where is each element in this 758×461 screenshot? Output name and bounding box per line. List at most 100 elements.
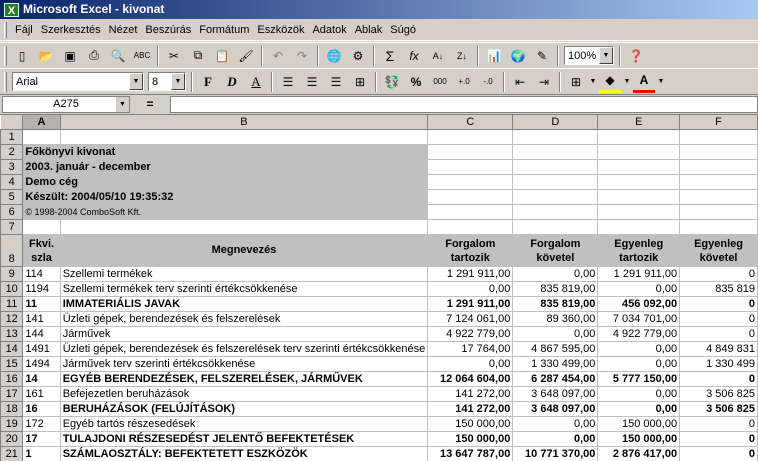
sort-ascending-icon[interactable]: A↓ [427, 45, 449, 67]
menu-data[interactable]: Adatok [308, 24, 350, 36]
turnover-debit-cell[interactable]: 0,00 [427, 281, 514, 297]
account-cell[interactable]: 1491 [22, 341, 61, 357]
currency-icon[interactable]: 💱 [381, 71, 403, 93]
turnover-credit-cell[interactable]: 4 867 595,00 [512, 341, 599, 357]
row-header[interactable]: 13 [0, 326, 24, 342]
print-icon[interactable]: ⎙ [83, 45, 105, 67]
header-turnover-debit[interactable]: Forgalom tartozik [427, 234, 514, 267]
column-header-c[interactable]: C [427, 114, 514, 130]
balance-credit-cell[interactable]: 0 [679, 296, 758, 312]
row-header[interactable]: 19 [0, 416, 24, 432]
chevron-down-icon[interactable]: ▼ [129, 73, 143, 90]
name-cell[interactable]: Üzleti gépek, berendezések és felszerelé… [59, 311, 429, 327]
turnover-debit-cell[interactable]: 12 064 604,00 [427, 371, 514, 387]
account-cell[interactable]: 1 [22, 446, 61, 461]
turnover-credit-cell[interactable]: 1 330 499,00 [512, 356, 599, 372]
name-cell[interactable]: TULAJDONI RÉSZESEDÉST JELENTŐ BEFEKTETÉS… [59, 431, 429, 447]
drawing-icon[interactable]: ✎ [531, 45, 553, 67]
bold-button[interactable]: F [197, 71, 219, 93]
name-cell[interactable]: Szellemi termékek terv szerinti értékcsö… [59, 281, 429, 297]
turnover-debit-cell[interactable]: 17 764,00 [427, 341, 514, 357]
balance-credit-cell[interactable]: 0 [679, 266, 758, 282]
menu-help[interactable]: Súgó [386, 24, 420, 36]
merge-center-icon[interactable]: ⊞ [349, 71, 371, 93]
align-left-icon[interactable]: ☰ [277, 71, 299, 93]
column-header-d[interactable]: D [512, 114, 599, 130]
turnover-credit-cell[interactable]: 10 771 370,00 [512, 446, 599, 461]
chevron-down-icon[interactable]: ▼ [599, 47, 613, 64]
balance-debit-cell[interactable]: 1 291 911,00 [597, 266, 681, 282]
balance-credit-cell[interactable]: 3 506 825 [679, 401, 758, 417]
balance-debit-cell[interactable]: 0,00 [597, 281, 681, 297]
turnover-credit-cell[interactable]: 835 819,00 [512, 296, 599, 312]
name-cell[interactable]: SZÁMLAOSZTÁLY: BEFEKTETETT ESZKÖZÖK [59, 446, 429, 461]
copy-icon[interactable]: ⧉ [187, 45, 209, 67]
copyright-text[interactable]: © 1998-2004 ComboSoft Kft. [22, 204, 429, 220]
turnover-debit-cell[interactable]: 4 922 779,00 [427, 326, 514, 342]
balance-debit-cell[interactable]: 0,00 [597, 386, 681, 402]
balance-debit-cell[interactable]: 456 092,00 [597, 296, 681, 312]
row-header[interactable]: 15 [0, 356, 24, 372]
menu-insert[interactable]: Beszúrás [141, 24, 195, 36]
turnover-debit-cell[interactable]: 0,00 [427, 356, 514, 372]
header-balance-credit[interactable]: Egyenleg követel [679, 234, 758, 267]
sort-descending-icon[interactable]: Z↓ [451, 45, 473, 67]
paste-icon[interactable]: 📋 [211, 45, 233, 67]
report-title[interactable]: Főkönyvi kivonat [22, 144, 429, 160]
account-cell[interactable]: 144 [22, 326, 61, 342]
new-icon[interactable]: ▯ [11, 45, 33, 67]
name-cell[interactable]: Üzleti gépek, berendezések és felszerelé… [59, 341, 429, 357]
turnover-debit-cell[interactable]: 141 272,00 [427, 401, 514, 417]
menu-grip[interactable] [4, 21, 7, 38]
account-cell[interactable]: 161 [22, 386, 61, 402]
menu-format[interactable]: Formátum [195, 24, 253, 36]
chevron-down-icon[interactable]: ▼ [589, 71, 597, 93]
header-account[interactable]: Fkvi. szla [22, 234, 61, 267]
balance-debit-cell[interactable]: 0,00 [597, 341, 681, 357]
balance-debit-cell[interactable]: 7 034 701,00 [597, 311, 681, 327]
balance-credit-cell[interactable]: 0 [679, 311, 758, 327]
created-timestamp[interactable]: Készült: 2004/05/10 19:35:32 [22, 189, 429, 205]
chevron-down-icon[interactable]: ▼ [171, 73, 185, 90]
chevron-down-icon[interactable]: ▼ [116, 96, 129, 112]
header-balance-debit[interactable]: Egyenleg tartozik [597, 234, 681, 267]
menu-file[interactable]: Fájl [11, 24, 37, 36]
decrease-decimal-icon[interactable]: -.0 [477, 71, 499, 93]
balance-debit-cell[interactable]: 2 876 417,00 [597, 446, 681, 461]
font-select[interactable]: Arial ▼ [12, 72, 144, 91]
balance-debit-cell[interactable]: 4 922 779,00 [597, 326, 681, 342]
row-header[interactable]: 3 [0, 159, 24, 175]
font-color-icon[interactable]: A [633, 71, 655, 93]
name-cell[interactable]: BERUHÁZÁSOK (FELÚJÍTÁSOK) [59, 401, 429, 417]
turnover-credit-cell[interactable]: 6 287 454,00 [512, 371, 599, 387]
row-header[interactable]: 10 [0, 281, 24, 297]
row-header[interactable]: 9 [0, 266, 24, 282]
borders-icon[interactable]: ⊞ [565, 71, 587, 93]
undo-icon[interactable]: ↶ [267, 45, 289, 67]
function-icon[interactable]: fx [403, 45, 425, 67]
account-cell[interactable]: 114 [22, 266, 61, 282]
header-name[interactable]: Megnevezés [59, 234, 429, 267]
account-cell[interactable]: 141 [22, 311, 61, 327]
account-cell[interactable]: 172 [22, 416, 61, 432]
toolbar-grip[interactable] [4, 71, 7, 92]
menu-window[interactable]: Ablak [351, 24, 387, 36]
balance-credit-cell[interactable]: 3 506 825 [679, 386, 758, 402]
name-cell[interactable]: Befejezetlen beruházások [59, 386, 429, 402]
align-right-icon[interactable]: ☰ [325, 71, 347, 93]
row-header[interactable]: 14 [0, 341, 24, 357]
spelling-icon[interactable]: ABC [131, 45, 153, 67]
column-header-b[interactable]: B [59, 114, 429, 130]
fill-color-icon[interactable]: ◆ [599, 71, 621, 93]
report-period[interactable]: 2003. január - december [22, 159, 429, 175]
balance-credit-cell[interactable]: 1 330 499 [679, 356, 758, 372]
turnover-credit-cell[interactable]: 835 819,00 [512, 281, 599, 297]
increase-indent-icon[interactable]: ⇥ [533, 71, 555, 93]
account-cell[interactable]: 16 [22, 401, 61, 417]
hyperlink-icon[interactable]: 🌐 [323, 45, 345, 67]
row-header[interactable]: 16 [0, 371, 24, 387]
turnover-credit-cell[interactable]: 3 648 097,00 [512, 386, 599, 402]
row-header[interactable]: 4 [0, 174, 24, 190]
name-box[interactable]: A275 ▼ [2, 95, 130, 113]
balance-credit-cell[interactable]: 4 849 831 [679, 341, 758, 357]
